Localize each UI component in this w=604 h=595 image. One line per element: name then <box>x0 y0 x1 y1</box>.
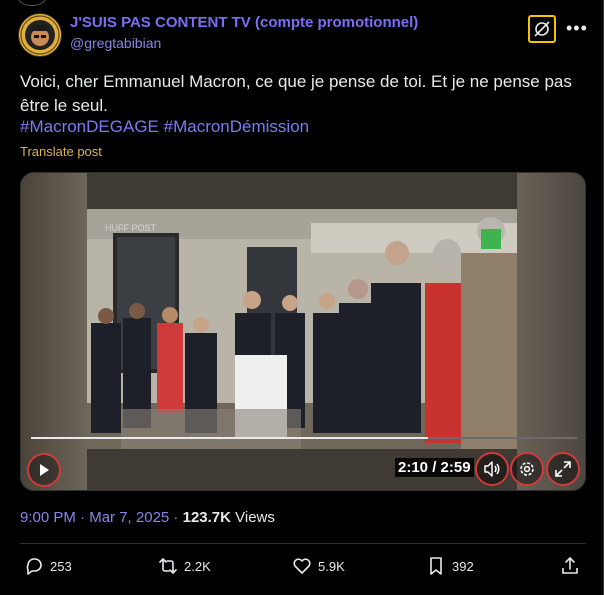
post-actions-bar: 253 2.2K 5.9K 392 <box>20 556 586 580</box>
video-frame: HUFF POST <box>21 173 585 490</box>
bookmark-icon <box>430 557 442 575</box>
more-icon: ••• <box>566 18 588 38</box>
views-label: Views <box>230 509 275 526</box>
grok-button[interactable] <box>528 15 556 43</box>
repost-count: 2.2K <box>184 558 211 574</box>
previous-post-avatar-edge <box>18 0 46 6</box>
reply-button[interactable]: 253 <box>24 556 72 576</box>
reply-count: 253 <box>50 558 72 574</box>
video-progress-fill <box>31 437 428 439</box>
fullscreen-button[interactable] <box>546 452 580 486</box>
more-options-button[interactable]: ••• <box>566 18 588 39</box>
settings-icon <box>520 462 534 476</box>
bookmark-button[interactable]: 392 <box>426 556 474 576</box>
hashtag-link[interactable]: #MacronDEGAGE <box>20 117 159 136</box>
post-date[interactable]: Mar 7, 2025 <box>89 509 169 526</box>
reply-icon <box>26 558 42 575</box>
hashtag-link[interactable]: #MacronDémission <box>164 117 310 136</box>
fullscreen-icon <box>555 461 571 477</box>
volume-icon <box>484 461 500 477</box>
video-settings-button[interactable] <box>510 452 544 486</box>
repost-icon <box>159 558 177 574</box>
share-button[interactable] <box>560 556 580 576</box>
post-metadata: 9:00 PM · Mar 7, 2025 · 123.7K Views <box>20 509 275 526</box>
grok-icon <box>534 21 550 37</box>
hashtags: #MacronDEGAGE #MacronDémission <box>20 117 309 137</box>
translate-post-link[interactable]: Translate post <box>20 144 102 159</box>
actions-divider <box>20 543 586 544</box>
like-button[interactable]: 5.9K <box>292 556 345 576</box>
like-icon <box>293 558 311 574</box>
like-count: 5.9K <box>318 558 345 574</box>
tweet-text: Voici, cher Emmanuel Macron, ce que je p… <box>20 72 572 115</box>
share-icon <box>562 556 578 574</box>
author-handle[interactable]: @gregtabibian <box>70 35 161 51</box>
video-watermark: HUFF POST <box>105 223 157 233</box>
video-progress-bar[interactable] <box>31 437 577 439</box>
play-button[interactable] <box>27 453 61 487</box>
author-avatar[interactable] <box>18 13 62 57</box>
author-name[interactable]: J'SUIS PAS CONTENT TV (compte promotionn… <box>70 14 418 31</box>
bookmark-count: 392 <box>452 558 474 574</box>
views-count: 123.7K <box>182 509 231 526</box>
play-icon <box>40 464 49 476</box>
meta-separator: · <box>169 509 183 526</box>
repost-button[interactable]: 2.2K <box>158 556 211 576</box>
post-time[interactable]: 9:00 PM <box>20 509 76 526</box>
video-player[interactable]: HUFF POST 2:10 / 2:59 <box>20 172 586 491</box>
meta-separator: · <box>75 509 90 526</box>
video-time-display: 2:10 / 2:59 <box>395 458 474 477</box>
volume-button[interactable] <box>475 452 509 486</box>
